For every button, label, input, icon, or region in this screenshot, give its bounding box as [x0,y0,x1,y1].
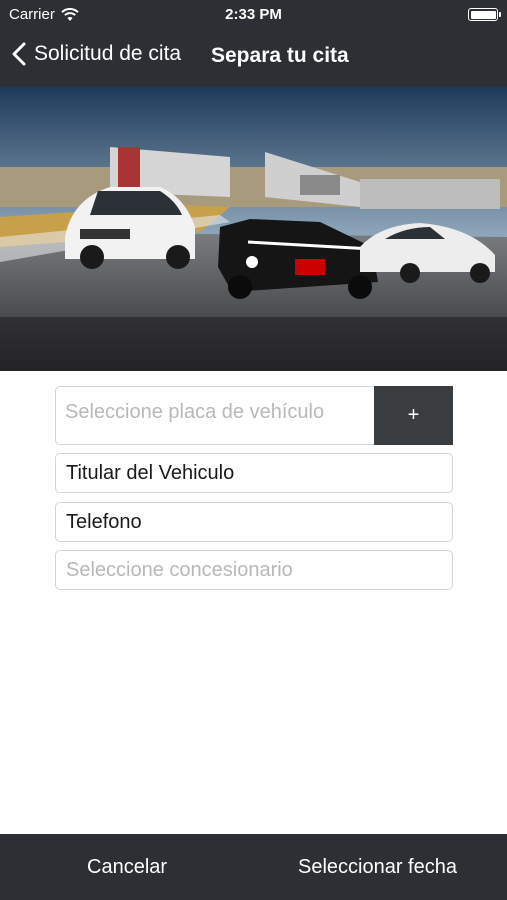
status-bar: Carrier 2:33 PM [0,0,507,30]
bottom-toolbar: Cancelar Seleccionar fecha [0,834,507,900]
cancel-button[interactable]: Cancelar [87,856,167,879]
page-title: Separa tu cita [211,44,349,67]
dealer-select-field[interactable]: Seleccione concesionario [55,550,453,590]
back-button[interactable]: Solicitud de cita [12,42,181,66]
add-plate-button[interactable]: + [374,386,453,445]
select-date-button[interactable]: Seleccionar fecha [298,856,457,879]
top-bar: Carrier 2:33 PM Solicitud de cita Separa… [0,0,507,87]
race-cars-photo [0,87,507,371]
battery-icon [468,8,501,21]
phone-field[interactable]: Telefono [55,502,453,542]
owner-field[interactable]: Titular del Vehiculo [55,453,453,493]
back-label: Solicitud de cita [34,42,182,65]
plate-selector-row: Seleccione placa de vehículo + [55,386,453,445]
plate-select-field[interactable]: Seleccione placa de vehículo [55,386,375,445]
navigation-bar: Solicitud de cita Separa tu cita [0,30,507,87]
status-time: 2:33 PM [225,6,282,23]
chevron-left-icon [12,42,26,66]
hero-image [0,87,507,371]
